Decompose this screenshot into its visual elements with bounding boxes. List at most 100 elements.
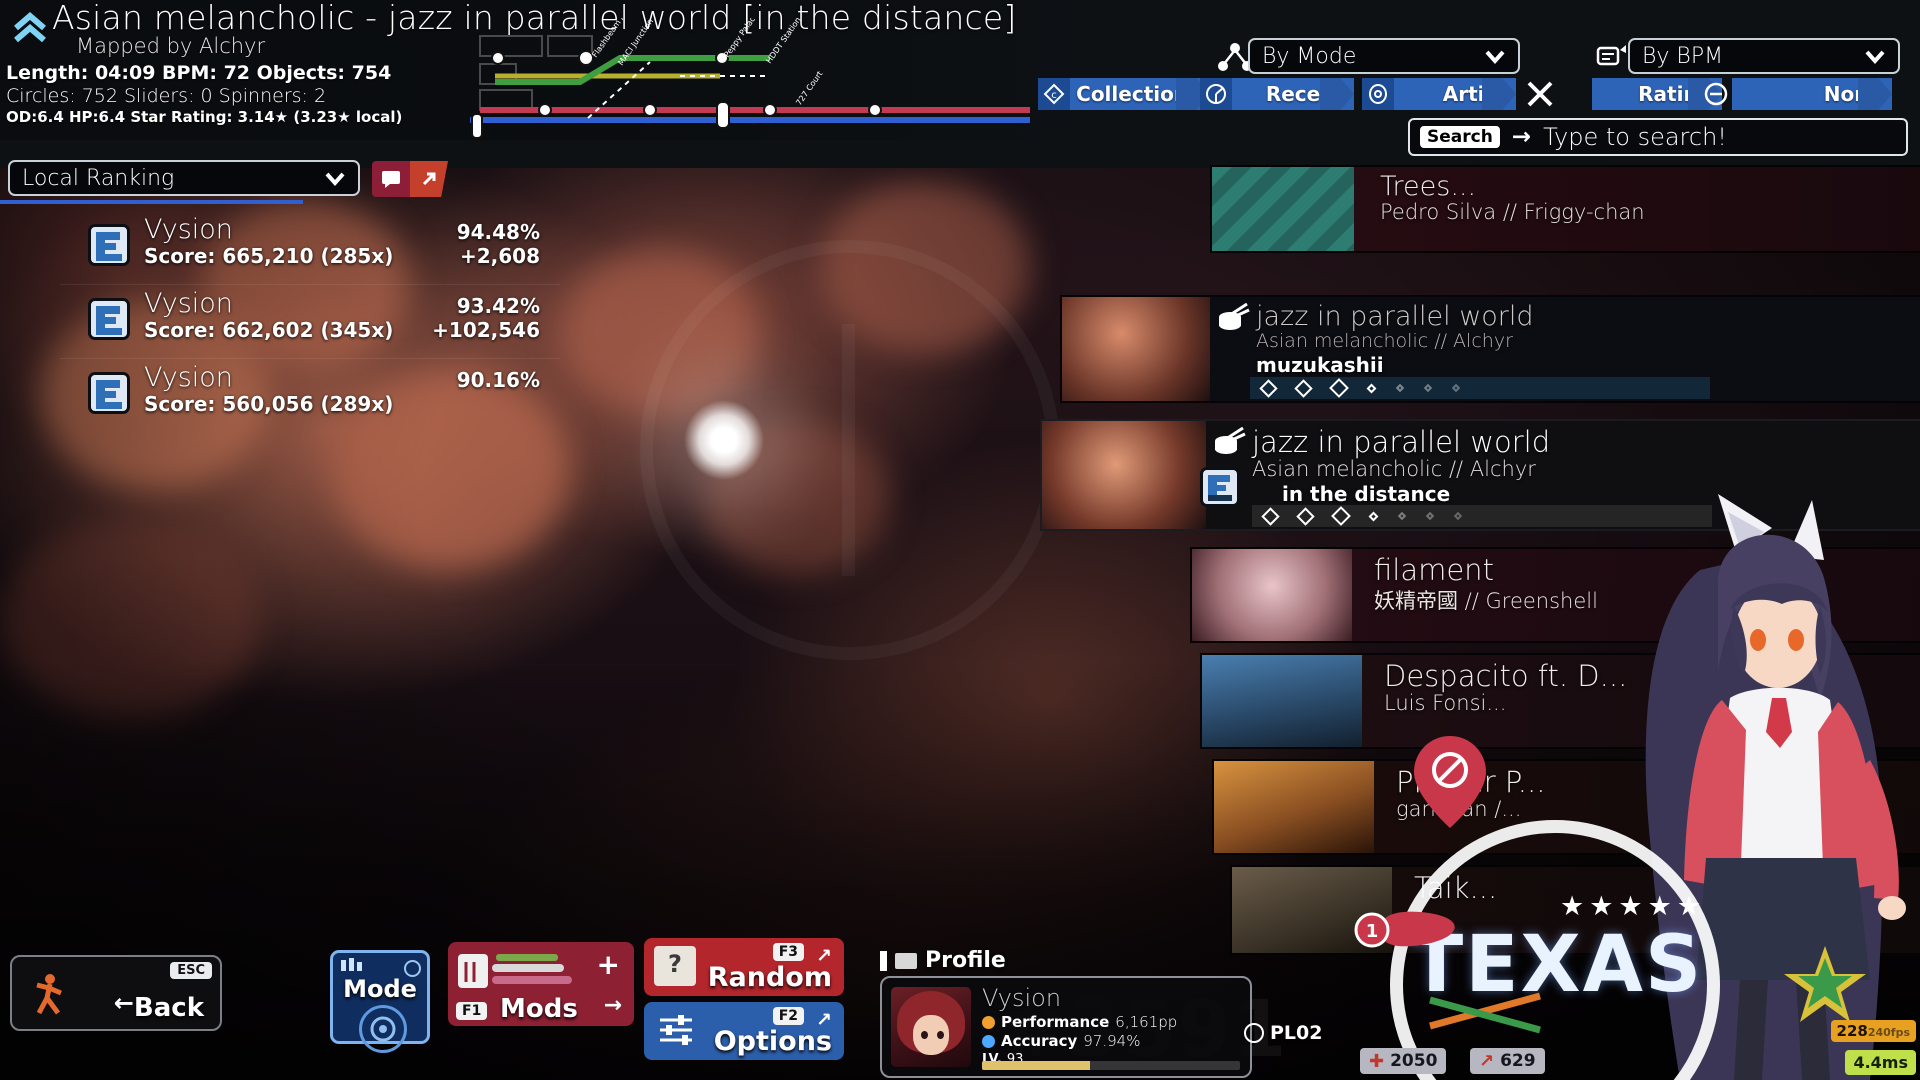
beatmap-thumbnail — [1042, 421, 1206, 529]
beatmap-stats-length: Length: 04:09 BPM: 72 Objects: 754 — [6, 62, 392, 84]
osu-song-select-screen: #3591 Asian melancholic - jazz in parall… — [0, 0, 1920, 1080]
dice-glyph: ? — [668, 950, 682, 978]
random-button[interactable]: ? F3 ↗ Random — [644, 938, 844, 996]
score-player-name: Vysion — [144, 362, 233, 393]
profile-username: Vysion — [982, 984, 1062, 1012]
sort-by-dropdown[interactable]: By BPM — [1628, 38, 1900, 74]
difficulty-diamond-icon — [1366, 383, 1377, 393]
rating-icon — [1560, 78, 1592, 110]
chevron-up-double-icon[interactable] — [8, 6, 52, 50]
back-shortcut-key: ESC — [170, 962, 212, 979]
filter-clear-button[interactable] — [1524, 78, 1556, 110]
filter-recent-button[interactable]: Recent — [1200, 78, 1354, 110]
difficulty-dots — [1250, 377, 1710, 399]
filter-artist-button[interactable]: Artist — [1362, 78, 1516, 110]
difficulty-diamond-icon — [1368, 511, 1379, 521]
beatmap-stats-objects: Circles: 752 Sliders: 0 Spinners: 2 — [6, 85, 327, 107]
chevron-down-icon — [1864, 45, 1886, 67]
score-player-name: Vysion — [144, 288, 233, 319]
filter-collections-label: Collections — [1070, 78, 1210, 110]
beatmap-title: Trees... — [1380, 171, 1477, 202]
group-nodes-icon — [1218, 42, 1252, 76]
svg-text:HDDT Station: HDDT Station — [764, 18, 802, 65]
search-input[interactable]: Search → Type to search! — [1408, 118, 1908, 156]
beatmap-artist-mapper: Pedro Silva // Friggy-chan — [1380, 200, 1645, 224]
beatmap-thumbnail — [1212, 167, 1354, 251]
back-button[interactable]: ESC ← Back — [10, 955, 222, 1031]
random-shortcut-key: F3 — [772, 943, 804, 961]
svg-text:Peppy Palace: Peppy Palace — [722, 18, 760, 59]
fps-counter: 228240fps — [1830, 1020, 1916, 1042]
back-arrow-icon: ← — [113, 989, 134, 1017]
search-arrow-icon: → — [1511, 124, 1532, 150]
ranking-scope-dropdown[interactable]: Local Ranking — [8, 160, 360, 196]
score-player-name: Vysion — [144, 214, 233, 245]
beatmap-list-item[interactable]: jazz in parallel world Asian melancholic… — [1060, 295, 1920, 403]
chevron-down-icon — [324, 167, 346, 189]
score-accuracy: 90.16% — [456, 368, 540, 392]
difficulty-diamond-icon — [1395, 383, 1405, 393]
running-person-icon — [36, 974, 62, 1015]
difficulty-diamond-icon — [1296, 506, 1315, 526]
options-button[interactable]: F2 ↗ Options — [644, 1002, 844, 1060]
profile-header: Profile — [880, 948, 1006, 973]
group-by-dropdown[interactable]: By Mode — [1248, 38, 1520, 74]
taiko-drum-icon — [1216, 302, 1250, 335]
score-row[interactable]: Vysion Score: 665,210 (285x) 94.48% +2,6… — [0, 214, 560, 280]
beatmap-stats-difficulty: OD:6.4 HP:6.4 Star Rating: 3.14★ (3.23★ … — [6, 108, 403, 126]
fps-value: 228 — [1836, 1022, 1868, 1040]
filter-collections-button[interactable]: c Collections — [1038, 78, 1210, 110]
beatmap-thumbnail — [1214, 761, 1374, 853]
taiko-drum-icon — [1212, 426, 1246, 459]
profile-panel[interactable]: Vysion Performance 6,161pp Accuracy 97.9… — [880, 976, 1252, 1078]
mapper-label: Mapped by Alchyr — [76, 34, 266, 58]
arrow-symbol: ↗ — [1479, 1050, 1495, 1072]
filter-rating-button[interactable]: Rating — [1560, 78, 1722, 110]
difficulty-diamond-icon — [1423, 383, 1433, 393]
filter-recent-label: Recent — [1232, 78, 1354, 110]
grade-badge — [88, 372, 130, 414]
chat-bubble-icon[interactable] — [372, 161, 410, 197]
minus-circle-icon — [1700, 78, 1732, 110]
mods-label: Mods — [500, 994, 578, 1024]
fps-limit: 240fps — [1867, 1026, 1910, 1039]
artist-disc-icon — [1362, 78, 1394, 110]
beatmap-difficulty-name: muzukashii — [1256, 353, 1384, 377]
search-placeholder: Type to search! — [1543, 123, 1727, 151]
mode-label: Mode — [343, 975, 417, 1003]
svg-text:c: c — [1051, 90, 1057, 101]
score-row[interactable]: Vysion Score: 662,602 (345x) 93.42% +102… — [0, 288, 560, 354]
beatmap-title: jazz in parallel world — [1252, 425, 1551, 459]
beatmap-thumbnail — [1062, 297, 1210, 401]
stat-chip-right: ↗ 629 — [1470, 1048, 1545, 1074]
accuracy-value: 97.94% — [1083, 1032, 1141, 1050]
profile-bar-icon — [880, 950, 887, 971]
search-tag-label: Search — [1420, 126, 1500, 148]
dice-box-icon: ? — [654, 946, 696, 986]
stat-chip-left-value: 2050 — [1390, 1051, 1438, 1071]
mods-button[interactable]: + F1 Mods → — [448, 942, 634, 1026]
divider — [60, 358, 560, 359]
score-row[interactable]: Vysion Score: 560,056 (289x) 90.16% — [0, 362, 560, 428]
collections-icon: c — [1038, 78, 1070, 110]
latency-counter: 4.4ms — [1845, 1050, 1916, 1075]
location-pin-icon — [1414, 736, 1486, 828]
score-value: Score: 560,056 (289x) — [144, 392, 394, 416]
difficulty-diamond-icon — [1331, 506, 1351, 526]
beatmap-list-item[interactable]: Trees... Pedro Silva // Friggy-chan — [1210, 165, 1920, 253]
texas-stars: ★★★★★ — [1560, 891, 1707, 922]
options-shortcut-key: F2 — [772, 1007, 804, 1025]
metro-map-decoration: Flashbeam Artist MACI Junction Peppy Pal… — [470, 18, 1030, 139]
mode-button[interactable]: Mode — [330, 950, 430, 1053]
mods-shortcut-key: F1 — [456, 1002, 488, 1020]
pl-label: PL02 — [1270, 1022, 1323, 1044]
plus-symbol: ✚ — [1369, 1050, 1385, 1072]
beatmap-thumbnail — [1192, 549, 1352, 641]
accuracy-icon — [982, 1034, 995, 1048]
mods-icon — [458, 954, 572, 988]
mods-add-icon: + — [596, 948, 620, 981]
filter-none-button[interactable]: None — [1700, 78, 1892, 110]
decorative-ribbons — [1429, 992, 1541, 1034]
chevron-down-icon — [1484, 45, 1506, 67]
score-pp: +102,546 — [432, 318, 540, 342]
